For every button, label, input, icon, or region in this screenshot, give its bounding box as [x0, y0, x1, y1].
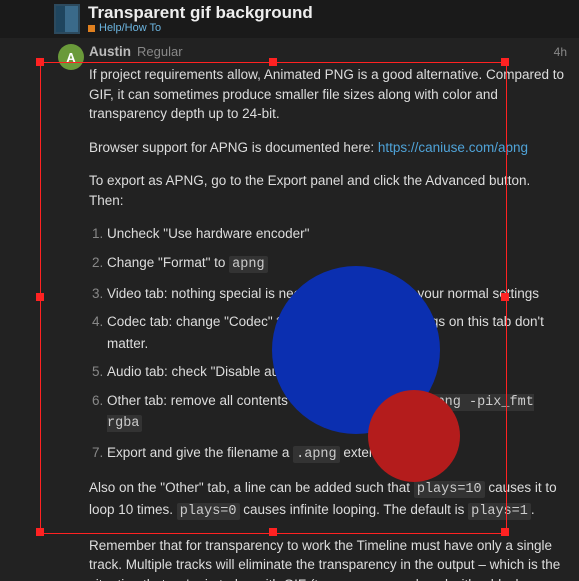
paragraph: Browser support for APNG is documented h…: [89, 138, 567, 158]
post-header: A Austin Regular 4h: [55, 44, 567, 59]
paragraph: Remember that for transparency to work t…: [89, 536, 567, 581]
avatar[interactable]: A: [58, 44, 84, 70]
apng-support-link[interactable]: https://caniuse.com/apng: [378, 140, 528, 155]
paragraph: If project requirements allow, Animated …: [89, 65, 567, 124]
list-item: Export and give the filename a .apng ext…: [107, 443, 567, 465]
list-item: Uncheck "Use hardware encoder": [107, 224, 567, 244]
red-circle-shape[interactable]: [368, 390, 460, 482]
paragraph: To export as APNG, go to the Export pane…: [89, 171, 567, 210]
code: plays=0: [177, 503, 240, 520]
code: .apng: [293, 446, 340, 463]
code: apng: [229, 256, 267, 273]
paragraph: Also on the "Other" tab, a line can be a…: [89, 478, 567, 521]
app-header: Transparent gif background Help/How To: [0, 0, 579, 38]
code: plays=10: [414, 481, 485, 498]
post-badge: Regular: [137, 44, 183, 59]
topic-title[interactable]: Transparent gif background: [88, 4, 313, 23]
app-logo-icon: [54, 4, 80, 34]
post-age[interactable]: 4h: [554, 45, 567, 59]
header-titles: Transparent gif background Help/How To: [88, 4, 313, 35]
topic-category[interactable]: Help/How To: [88, 22, 313, 34]
code: plays=1: [468, 503, 531, 520]
post-author[interactable]: Austin: [89, 44, 131, 59]
